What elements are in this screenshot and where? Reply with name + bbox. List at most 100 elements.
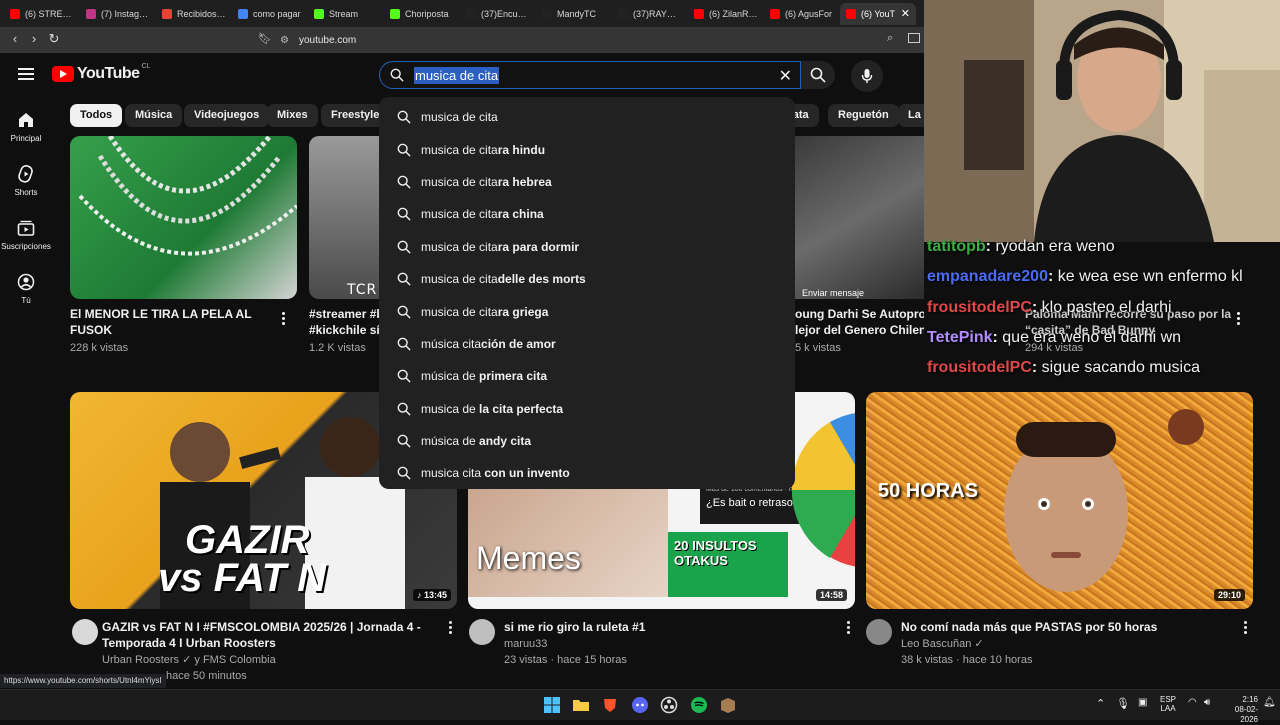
browser-tab[interactable]: Stream xyxy=(308,3,384,25)
obs-icon[interactable] xyxy=(660,696,678,714)
browser-tab[interactable]: (6) STREAM xyxy=(4,3,80,25)
browser-tab[interactable]: (7) Instagram xyxy=(80,3,156,25)
window-icon[interactable] xyxy=(908,33,920,43)
bookmark-icon[interactable]: 🔖︎ xyxy=(258,32,272,45)
avatar[interactable] xyxy=(866,619,892,645)
discord-icon[interactable] xyxy=(631,696,649,714)
video-title[interactable]: No comí nada más que PASTAS por 50 horas xyxy=(901,619,1231,635)
search-suggestion[interactable]: musica de la cita perfecta xyxy=(379,393,795,425)
tray-chevron-icon[interactable]: ⌃ xyxy=(1096,697,1105,710)
search-suggestion[interactable]: musica de cita ra china xyxy=(379,198,795,230)
back-icon[interactable]: ‹ xyxy=(5,31,25,46)
chip-la[interactable]: La I xyxy=(898,104,924,127)
sidebar-item-shorts[interactable]: Shorts xyxy=(0,153,52,207)
more-options-icon[interactable] xyxy=(449,621,453,636)
browser-tab[interactable]: Recibidos (1 xyxy=(156,3,232,25)
chip-musica[interactable]: Música xyxy=(125,104,183,127)
tray-app-icon[interactable]: ▣ xyxy=(1138,697,1147,708)
zoom-icon[interactable]: ⌕ xyxy=(887,32,893,45)
language-label: ESP xyxy=(1160,695,1177,704)
notifications-icon[interactable]: 🔔︎ xyxy=(1263,697,1276,708)
microphone-icon[interactable]: 🎙︎ xyxy=(1116,697,1130,710)
browser-tab[interactable]: (37)Encuent xyxy=(460,3,536,25)
video-title[interactable]: #streamer #b #kickchile síg xyxy=(309,306,379,338)
browser-tab[interactable]: (6) ZilanRap xyxy=(688,3,764,25)
search-suggestion[interactable]: música de primera cita xyxy=(379,360,795,392)
wifi-icon[interactable]: ◠ xyxy=(1188,697,1197,708)
youtube-header: YouTube CL musica de cita ✕ xyxy=(0,53,924,99)
search-suggestions-dropdown: musica de cita musica de cita ra hindu musi… xyxy=(379,97,795,489)
browser-tab[interactable]: Choriposta xyxy=(384,3,460,25)
video-duration: ♪ 13:45 xyxy=(412,589,451,601)
channel-name[interactable]: Urban Roosters ✓ y FMS Colombia xyxy=(102,652,276,668)
video-thumbnail[interactable] xyxy=(70,136,297,299)
video-thumbnail[interactable]: Enviar mensaje xyxy=(795,136,924,299)
volume-icon[interactable]: 🔊︎ xyxy=(1204,697,1210,708)
chat-separator: : xyxy=(985,238,996,255)
tab-favicon-icon xyxy=(770,8,780,19)
search-suggestion[interactable]: musica de cita ra hebrea xyxy=(379,166,795,198)
video-title[interactable]: GAZIR vs FAT N I #FMSCOLOMBIA 2025/26 | … xyxy=(102,619,432,651)
browser-tab[interactable]: (37)RAYMAN xyxy=(612,3,688,25)
search-suggestion[interactable]: musica de cita xyxy=(379,101,795,133)
site-info-icon[interactable]: ⚙︎ xyxy=(280,35,289,46)
sidebar-item-principal[interactable]: Principal xyxy=(0,99,52,153)
search-suggestion[interactable]: musica de cita ra para dormir xyxy=(379,231,795,263)
browser-tab[interactable]: (6) AgusFor xyxy=(764,3,840,25)
search-query[interactable]: musica de cita xyxy=(414,66,500,84)
search-suggestion[interactable]: musica cita con un invento xyxy=(379,457,795,489)
browser-tab[interactable]: MandyTC xyxy=(536,3,612,25)
avatar[interactable] xyxy=(72,619,98,645)
file-explorer-icon[interactable] xyxy=(572,696,590,714)
chat-text: sigue sacando musica xyxy=(1041,359,1200,376)
spotify-icon[interactable] xyxy=(690,696,708,714)
video-thumbnail[interactable]: 50 HORAS 29:10 xyxy=(866,392,1253,609)
chip-todos[interactable]: Todos xyxy=(70,104,123,127)
reload-icon[interactable]: ↻ xyxy=(44,31,64,47)
more-options-icon[interactable] xyxy=(282,312,286,327)
thumbnail-text: 50 HORAS xyxy=(878,480,979,502)
search-button[interactable] xyxy=(801,61,835,89)
language-indicator[interactable]: ESP LAA xyxy=(1160,695,1176,713)
video-title[interactable]: si me rio giro la ruleta #1 xyxy=(504,619,834,635)
tab-favicon-icon xyxy=(618,8,628,19)
channel-name[interactable]: Leo Bascuñan ✓ xyxy=(901,636,984,652)
clock[interactable]: 2:16 08-02-2026 xyxy=(1224,695,1258,725)
url-field[interactable]: ⚙︎ youtube.com xyxy=(280,30,920,50)
forward-icon[interactable]: › xyxy=(24,31,44,46)
url-text: youtube.com xyxy=(298,34,357,46)
video-title[interactable]: oung Darhi Se Autoproclama lejor del Gene… xyxy=(795,306,924,338)
sidebar-item-you[interactable]: Tú xyxy=(0,261,52,315)
chat-text: ryodan era weno xyxy=(995,238,1115,255)
suggestion-completion: con un invento xyxy=(484,466,570,481)
close-tab-icon[interactable]: ✕ xyxy=(901,7,910,20)
more-options-icon[interactable] xyxy=(1237,312,1241,327)
search-suggestion[interactable]: música cita ción de amor xyxy=(379,328,795,360)
browser-tab[interactable]: (6) YouT ✕ xyxy=(840,2,916,25)
search-suggestion[interactable]: musica de cita delle des morts xyxy=(379,263,795,295)
channel-name[interactable]: maruu33 xyxy=(504,636,547,652)
chip-regueton[interactable]: Reguetón xyxy=(828,104,899,127)
avatar[interactable] xyxy=(469,619,495,645)
clear-icon[interactable]: ✕ xyxy=(779,66,792,86)
youtube-logo[interactable]: YouTube CL xyxy=(52,63,151,83)
video-title-line: oung Darhi Se Autoproclama xyxy=(795,307,924,321)
voice-search-button[interactable] xyxy=(851,60,883,92)
search-input[interactable]: musica de cita ✕ xyxy=(379,61,801,89)
video-title[interactable]: El MENOR LE TIRA LA PELA AL FUSOK xyxy=(70,306,280,338)
more-options-icon[interactable] xyxy=(847,621,851,636)
windows-start-icon[interactable] xyxy=(543,696,561,714)
sidebar-item-subscriptions[interactable]: Suscripciones xyxy=(0,207,52,261)
chip-videojuegos[interactable]: Videojuegos xyxy=(184,104,270,127)
menu-icon[interactable] xyxy=(18,68,34,80)
search-suggestion[interactable]: musica de cita ra hindu xyxy=(379,133,795,165)
package-icon[interactable] xyxy=(719,696,737,714)
search-icon xyxy=(397,272,411,286)
more-options-icon[interactable] xyxy=(1244,621,1248,636)
search-suggestion[interactable]: música de andy cita xyxy=(379,425,795,457)
chip-mixes[interactable]: Mixes xyxy=(267,104,318,127)
browser-tab[interactable]: como pagar xyxy=(232,3,308,25)
video-thumbnail[interactable]: TCR xyxy=(309,136,389,299)
brave-browser-icon[interactable] xyxy=(601,696,619,714)
search-suggestion[interactable]: musica de cita ra griega xyxy=(379,295,795,327)
